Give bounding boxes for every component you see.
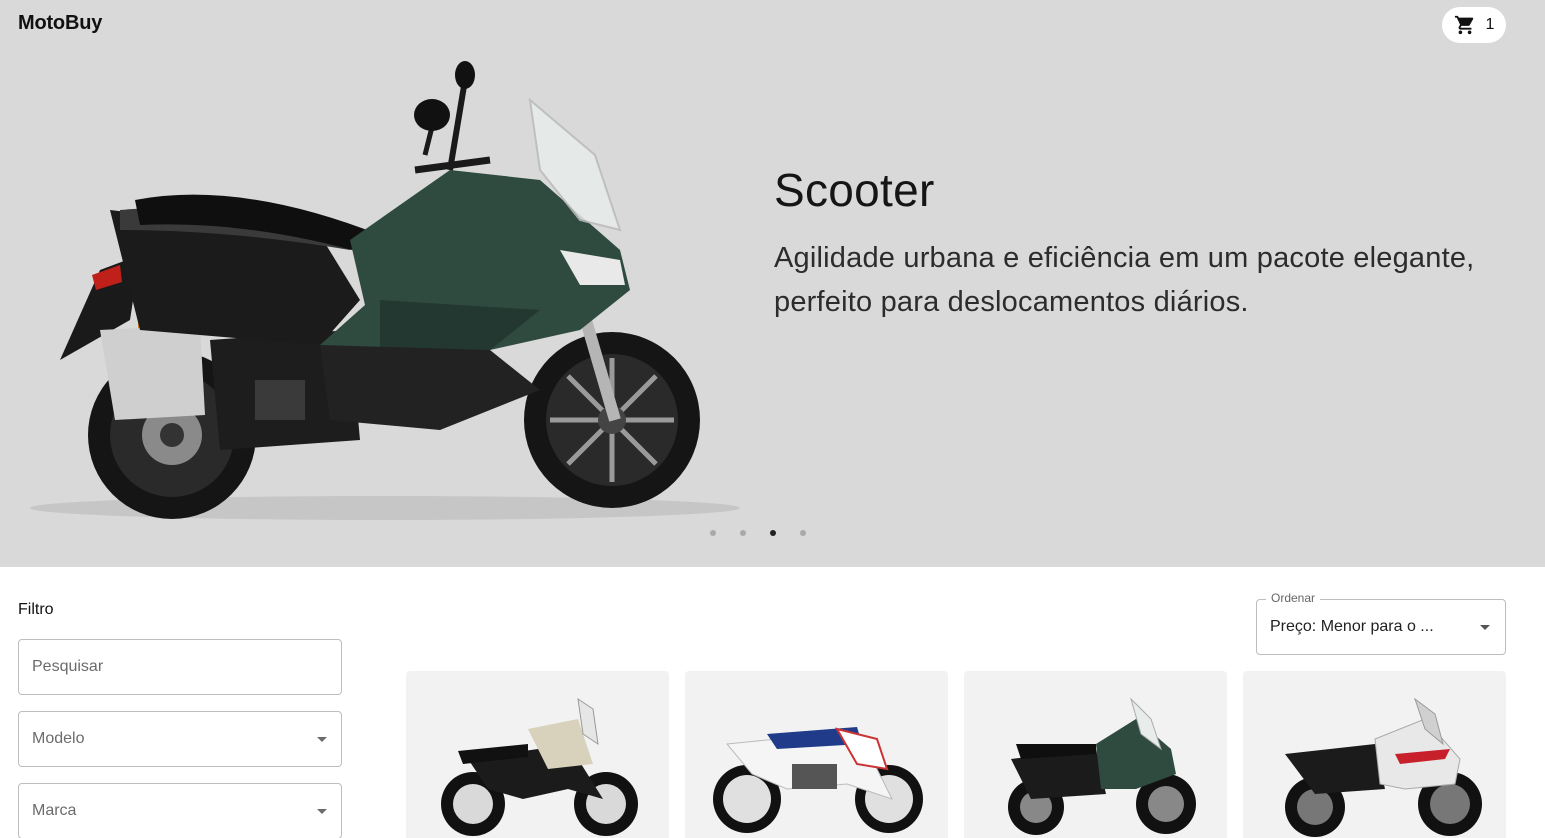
model-select-label: Modelo — [32, 730, 85, 747]
carousel-indicators — [710, 530, 806, 536]
product-card[interactable] — [964, 671, 1227, 838]
brand-select-label: Marca — [32, 802, 77, 819]
product-image-scooter — [1008, 697, 1196, 835]
carousel-dot-active[interactable] — [770, 530, 776, 536]
brand-logo[interactable]: MotoBuy — [18, 12, 102, 35]
carousel-dot[interactable] — [800, 530, 806, 536]
carousel-dot[interactable] — [710, 530, 716, 536]
product-image-trail-bike — [713, 727, 923, 833]
sort-value: Preço: Menor para o ... — [1270, 618, 1434, 635]
filter-heading: Filtro — [18, 601, 54, 618]
chevron-down-icon — [317, 809, 327, 814]
search-field — [18, 639, 342, 695]
carousel-dot[interactable] — [740, 530, 746, 536]
hero-subtitle: Agilidade urbana e eficiência em um paco… — [774, 242, 1475, 318]
model-select[interactable]: Modelo — [18, 711, 342, 767]
chevron-down-icon — [1480, 625, 1490, 630]
hero-carousel: MotoBuy 1 Scooter Agilidade urbana e efi… — [0, 0, 1545, 567]
product-image-crossover-bike — [1285, 697, 1482, 837]
product-card[interactable] — [685, 671, 948, 838]
product-card[interactable] — [1243, 671, 1506, 838]
chevron-down-icon — [317, 737, 327, 742]
hero-title: Scooter — [774, 164, 935, 216]
product-image-adventure-bike — [441, 697, 638, 836]
cart-button[interactable]: 1 — [1442, 7, 1506, 43]
hero-text-block: Scooter Agilidade urbana e eficiência em… — [774, 162, 1514, 324]
shopping-cart-icon — [1454, 15, 1473, 35]
search-input[interactable] — [19, 640, 341, 694]
product-card[interactable] — [406, 671, 669, 838]
hero-scooter-image — [30, 61, 740, 520]
cart-count-badge: 1 — [1485, 16, 1495, 33]
sort-label: Ordenar — [1266, 591, 1321, 605]
brand-select[interactable]: Marca — [18, 783, 342, 838]
sort-select[interactable]: Ordenar Preço: Menor para o ... — [1256, 591, 1506, 655]
